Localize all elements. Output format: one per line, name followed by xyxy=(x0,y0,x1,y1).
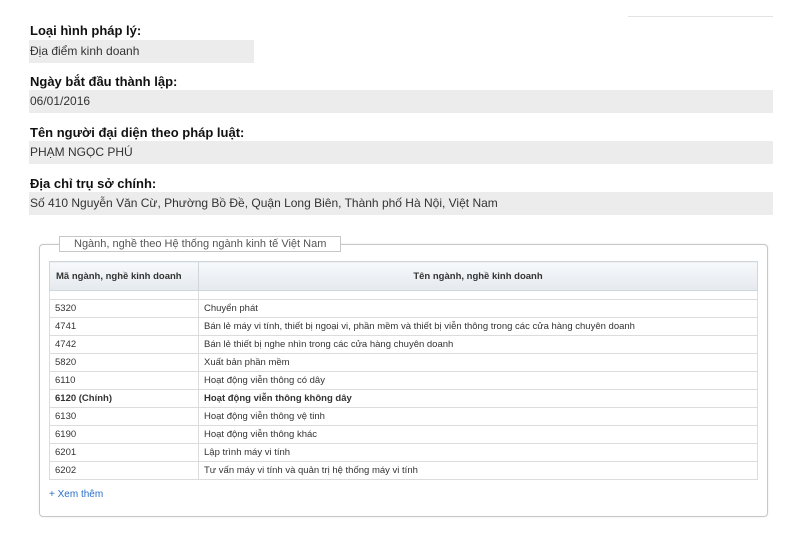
industry-code: 5320 xyxy=(49,299,199,318)
industry-name: Lập trình máy vi tính xyxy=(198,443,758,462)
industry-code: 4741 xyxy=(49,317,199,336)
industry-code: 6120 (Chính) xyxy=(49,389,199,408)
empty-cell xyxy=(198,290,758,300)
table-row[interactable]: 6202 Tư vấn máy vi tính và quản trị hệ th… xyxy=(49,461,758,480)
table-row-primary[interactable]: 6120 (Chính) Hoạt động viễn thông không d… xyxy=(49,389,758,408)
table-row[interactable]: 6190 Hoạt động viễn thông khác xyxy=(49,425,758,444)
founding-date-label: Ngày bắt đầu thành lập: xyxy=(30,74,178,89)
table-row[interactable]: 4741 Bán lẻ máy vi tính, thiết bị ngoại v… xyxy=(49,317,758,336)
industry-code: 6190 xyxy=(49,425,199,444)
industry-name: Chuyển phát xyxy=(198,299,758,318)
industry-name: Hoạt động viễn thông khác xyxy=(198,425,758,444)
table-row[interactable]: 6201 Lập trình máy vi tính xyxy=(49,443,758,462)
top-divider xyxy=(628,16,773,17)
table-row[interactable]: 5320 Chuyển phát xyxy=(49,299,758,318)
table-row[interactable]: 6110 Hoạt động viễn thông có dây xyxy=(49,371,758,390)
legal-type-label: Loại hình pháp lý: xyxy=(30,23,142,38)
table-header-row: Mã ngành, nghề kinh doanh Tên ngành, ngh… xyxy=(49,261,758,291)
legal-representative-value: PHẠM NGỌC PHÚ xyxy=(29,141,773,164)
table-row[interactable]: 6130 Hoạt động viễn thông vệ tinh xyxy=(49,407,758,426)
industry-code: 4742 xyxy=(49,335,199,354)
head-office-address-value: Số 410 Nguyễn Văn Cừ, Phường Bồ Đề, Quận… xyxy=(29,192,773,215)
industry-name: Hoạt động viễn thông không dây xyxy=(198,389,758,408)
empty-cell xyxy=(49,290,199,300)
legal-representative-label: Tên người đại diện theo pháp luật: xyxy=(30,125,245,140)
industry-code: 5820 xyxy=(49,353,199,372)
industry-name: Xuất bản phần mềm xyxy=(198,353,758,372)
industry-name: Bán lẻ thiết bị nghe nhìn trong các cửa … xyxy=(198,335,758,354)
industry-code: 6110 xyxy=(49,371,199,390)
industry-name: Hoạt động viễn thông vệ tinh xyxy=(198,407,758,426)
industry-name: Hoạt động viễn thông có dây xyxy=(198,371,758,390)
industry-code: 6201 xyxy=(49,443,199,462)
industry-table: Mã ngành, nghề kinh doanh Tên ngành, ngh… xyxy=(49,261,758,480)
show-more-link[interactable]: + Xem thêm xyxy=(49,489,103,500)
industry-code: 6130 xyxy=(49,407,199,426)
table-row[interactable]: 4742 Bán lẻ thiết bị nghe nhìn trong các … xyxy=(49,335,758,354)
industry-code: 6202 xyxy=(49,461,199,480)
industry-fieldset-legend: Ngành, nghề theo Hệ thống ngành kinh tế … xyxy=(59,236,342,252)
legal-type-value: Địa điểm kinh doanh xyxy=(29,40,254,63)
head-office-address-label: Địa chỉ trụ sở chính: xyxy=(30,176,157,191)
founding-date-value: 06/01/2016 xyxy=(29,90,773,113)
industry-name: Tư vấn máy vi tính và quản trị hệ thống … xyxy=(198,461,758,480)
industry-name: Bán lẻ máy vi tính, thiết bị ngoại vi, p… xyxy=(198,317,758,336)
table-row[interactable]: 5820 Xuất bản phần mềm xyxy=(49,353,758,372)
column-header-name[interactable]: Tên ngành, nghề kinh doanh xyxy=(198,261,758,291)
table-empty-row xyxy=(49,290,758,300)
column-header-code[interactable]: Mã ngành, nghề kinh doanh xyxy=(49,261,199,291)
